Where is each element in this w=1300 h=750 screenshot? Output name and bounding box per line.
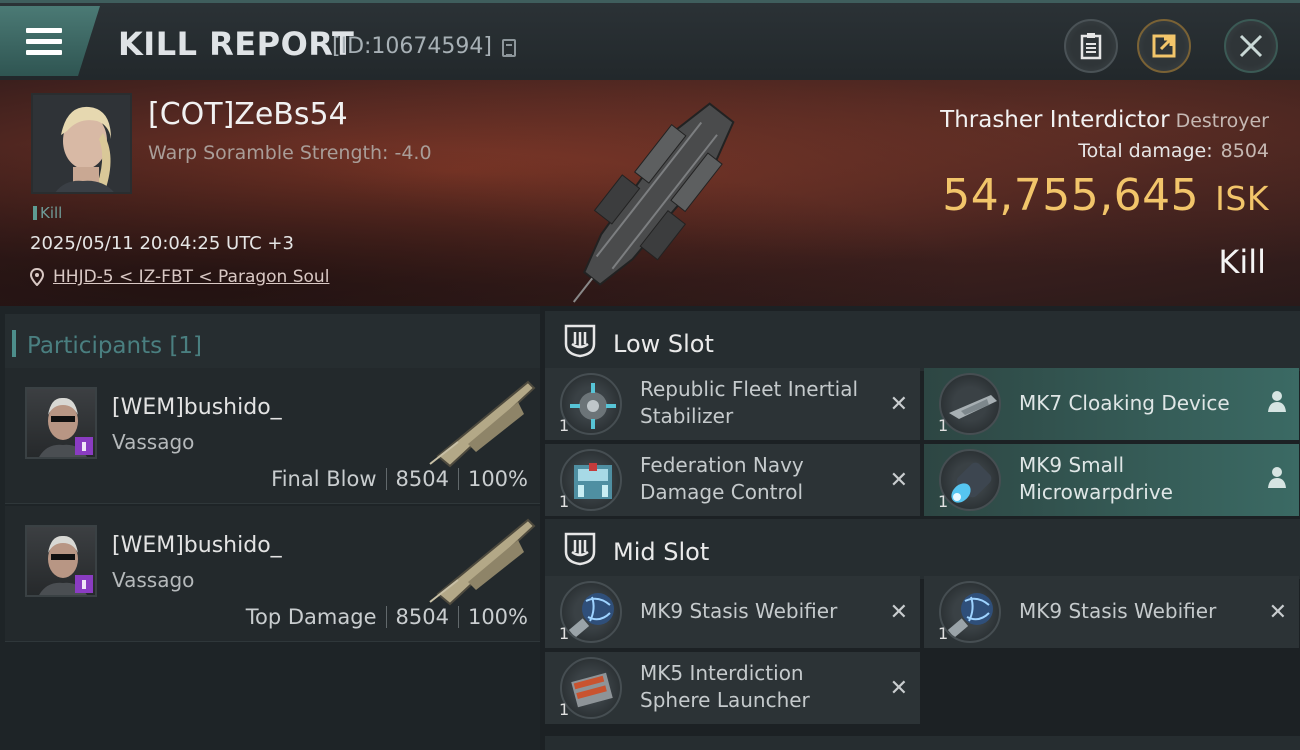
destroyed-icon: ✕ (889, 468, 908, 493)
participant-stats: Final Blow 8504 100% (271, 467, 528, 491)
participant-ship: Vassago (112, 430, 195, 454)
next-slot-header (545, 736, 1300, 750)
copy-id-icon[interactable] (502, 39, 516, 57)
page-title: KILL REPORT (118, 25, 355, 63)
victim-panel: [COT]ZeBs54 Warp Soramble Strength: -4.0… (0, 80, 1300, 306)
location-pin-icon (30, 268, 44, 286)
total-damage-label: Total damage: (1078, 140, 1213, 162)
module-quantity: 1 (559, 624, 570, 643)
clipboard-button[interactable] (1064, 19, 1118, 73)
participants-panel: Participants [1] [WEM]bushido_ Vassago F… (0, 306, 540, 750)
interdiction-launcher-icon (560, 657, 622, 719)
kill-datetime: 2025/05/11 20:04:25 UTC +3 (30, 233, 294, 254)
participant-name[interactable]: [WEM]bushido_ (112, 533, 282, 558)
inertial-stabilizer-icon (560, 373, 622, 435)
victim-name[interactable]: [COT]ZeBs54 (148, 97, 348, 132)
destroyed-icon: ✕ (889, 676, 908, 701)
module-quantity: 1 (559, 492, 570, 511)
share-button[interactable] (1137, 19, 1191, 73)
participant-name[interactable]: [WEM]bushido_ (112, 395, 282, 420)
module-item[interactable]: 1 Republic Fleet Inertial Stabilizer ✕ (545, 368, 920, 440)
module-quantity: 1 (559, 416, 570, 435)
participant-percent: 100% (467, 467, 528, 491)
destroyed-icon: ✕ (889, 600, 908, 625)
damage-control-icon (560, 449, 622, 511)
participant-ship-render (429, 380, 536, 468)
close-icon (1239, 34, 1263, 58)
victim-ship-render (572, 102, 735, 303)
mid-slot-header: Mid Slot (545, 519, 1300, 579)
participant-avatar[interactable] (25, 525, 97, 597)
module-name: MK9 Stasis Webifier (640, 599, 838, 623)
mid-slot-icon (564, 532, 596, 566)
kill-result: Kill (1218, 243, 1266, 281)
module-name: MK7 Cloaking Device (1019, 391, 1230, 415)
participant-role: Final Blow (271, 467, 377, 491)
ship-class: Destroyer (1175, 110, 1269, 132)
ship-name[interactable]: Thrasher Interdictor (940, 107, 1169, 133)
warp-scramble-strength: Warp Soramble Strength: -4.0 (148, 142, 432, 164)
dropped-person-icon (1268, 467, 1286, 488)
participant-row[interactable]: [WEM]bushido_ Vassago Top Damage 8504 100% (5, 506, 540, 642)
menu-button[interactable] (0, 6, 100, 76)
low-slot-label: Low Slot (613, 330, 714, 358)
participant-avatar[interactable] (25, 387, 97, 459)
module-name: Republic Fleet Inertial Stabilizer (640, 377, 859, 428)
participant-stats: Top Damage 8504 100% (246, 605, 528, 629)
isk-amount: 54,755,645 (942, 170, 1200, 221)
dropped-person-icon (1268, 391, 1286, 412)
participant-row[interactable]: [WEM]bushido_ Vassago Final Blow 8504 100% (5, 368, 540, 504)
module-item[interactable]: 1 MK5 Interdiction Sphere Launcher ✕ (545, 652, 920, 724)
victim-ship-type: Thrasher Interdictor Destroyer (940, 107, 1269, 133)
participant-role: Top Damage (245, 605, 377, 629)
module-item[interactable]: 1 MK9 Stasis Webifier ✕ (924, 576, 1299, 648)
module-item[interactable]: 1 MK9 Stasis Webifier ✕ (545, 576, 920, 648)
corp-badge-icon (75, 575, 93, 593)
mid-slot-label: Mid Slot (613, 538, 710, 566)
module-name: MK9 Small Microwarpdrive (1019, 453, 1173, 504)
close-button[interactable] (1224, 19, 1278, 73)
participant-percent: 100% (467, 605, 528, 629)
share-icon (1152, 34, 1176, 58)
module-item[interactable]: 1 Federation Navy Damage Control ✕ (545, 444, 920, 516)
destroyed-icon: ✕ (889, 392, 908, 417)
module-item[interactable]: 1 MK7 Cloaking Device (924, 368, 1299, 440)
kill-tag: Kill (33, 204, 62, 222)
module-item[interactable]: 1 MK9 Small Microwarpdrive (924, 444, 1299, 516)
header-bar: KILL REPORT [ID:10674594] (0, 0, 1300, 80)
corp-badge-icon (75, 437, 93, 455)
isk-value: 54,755,645 ISK (942, 170, 1269, 221)
module-name: MK9 Stasis Webifier (1019, 599, 1217, 623)
module-quantity: 1 (938, 416, 949, 435)
participant-damage: 8504 (395, 467, 449, 491)
participant-ship: Vassago (112, 568, 195, 592)
module-name: MK5 Interdiction Sphere Launcher (640, 661, 810, 712)
report-id: [ID:10674594] (332, 34, 492, 59)
module-quantity: 1 (938, 492, 949, 511)
victim-avatar[interactable] (31, 93, 132, 194)
participants-header: Participants [1] (5, 314, 540, 372)
kill-location-link[interactable]: HHJD-5 < IZ-FBT < Paragon Soul (53, 267, 329, 287)
cloaking-device-icon (939, 373, 1001, 435)
module-quantity: 1 (938, 624, 949, 643)
total-damage-value: 8504 (1220, 140, 1269, 162)
stasis-webifier-icon (939, 581, 1001, 643)
participants-label: Participants [1] (12, 330, 202, 359)
low-slot-icon (564, 324, 596, 358)
destroyed-icon: ✕ (1268, 600, 1287, 625)
fitting-panel: Low Slot 1 Republic Fleet Inertial Stabil… (540, 306, 1300, 750)
low-slot-header: Low Slot (545, 311, 1300, 371)
hamburger-icon (26, 28, 62, 61)
module-name: Federation Navy Damage Control (640, 453, 804, 504)
total-damage: Total damage: 8504 (1078, 140, 1269, 162)
microwarpdrive-icon (939, 449, 1001, 511)
clipboard-icon (1080, 33, 1102, 60)
participant-damage: 8504 (395, 605, 449, 629)
participant-ship-render (429, 518, 536, 606)
module-quantity: 1 (559, 700, 570, 719)
stasis-webifier-icon (560, 581, 622, 643)
isk-unit: ISK (1215, 179, 1269, 218)
